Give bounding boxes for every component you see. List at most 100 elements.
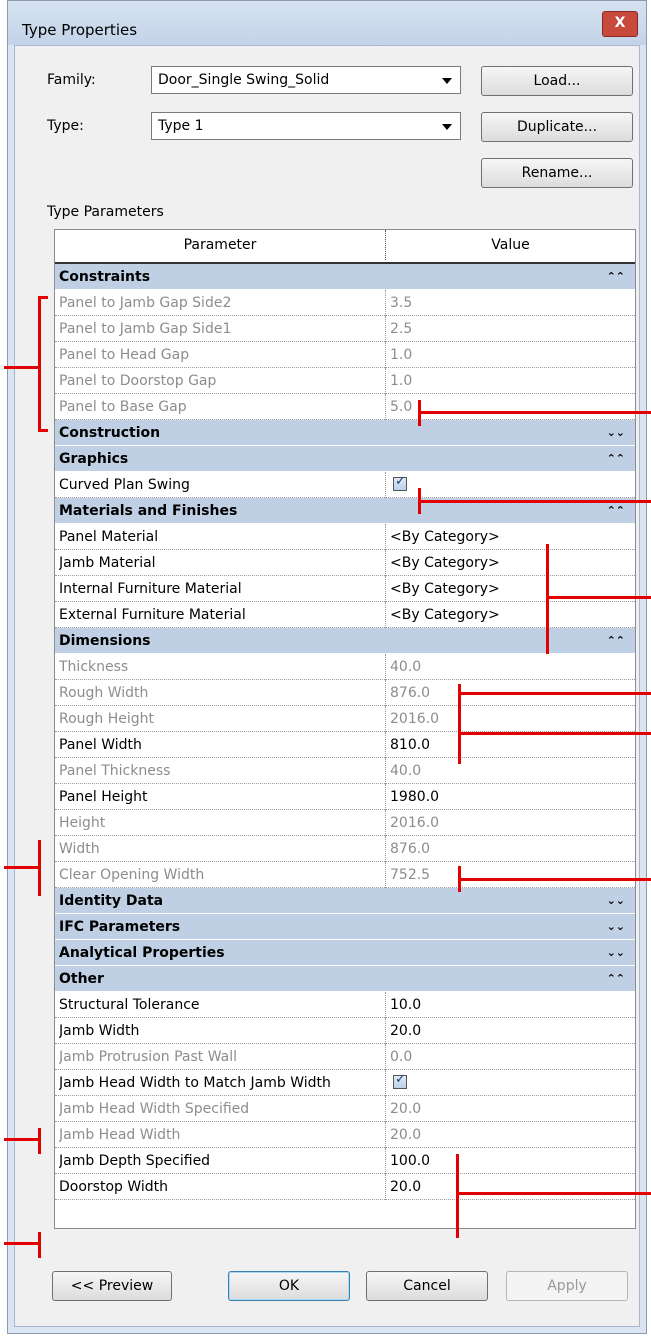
expand-icon[interactable]: ⌄⌄ — [607, 888, 625, 914]
column-header-value[interactable]: Value — [386, 230, 635, 260]
expand-icon[interactable]: ⌄⌄ — [607, 940, 625, 966]
param-name: Panel Width — [59, 732, 386, 758]
param-value: 752.5 — [390, 867, 431, 883]
group-graphics[interactable]: Graphics ⌃⌃ — [55, 446, 635, 472]
annotation-bracket — [546, 544, 549, 654]
table-row[interactable]: Panel Thickness 40.0 — [55, 758, 635, 784]
param-name: Width — [59, 836, 386, 862]
param-name: Height — [59, 810, 386, 836]
rename-button[interactable]: Rename... — [481, 158, 633, 188]
collapse-icon[interactable]: ⌃⌃ — [607, 628, 625, 654]
table-row[interactable]: Clear Opening Width 752.5 — [55, 862, 635, 888]
group-constraints[interactable]: Constraints ⌃⌃ — [55, 264, 635, 290]
annotation-bracket — [38, 296, 48, 299]
table-row[interactable]: Jamb Head Width Specified 20.0 — [55, 1096, 635, 1122]
table-row[interactable]: Thickness 40.0 — [55, 654, 635, 680]
param-value: 20.0 — [390, 1023, 422, 1039]
table-row[interactable]: Panel to Head Gap 1.0 — [55, 342, 635, 368]
param-name: Panel Height — [59, 784, 386, 810]
param-value: 20.0 — [390, 1127, 422, 1143]
collapse-icon[interactable]: ⌃⌃ — [607, 966, 625, 992]
ok-button[interactable]: OK — [228, 1271, 350, 1301]
param-name: Panel to Head Gap — [59, 342, 386, 368]
param-value: <By Category> — [390, 581, 500, 597]
param-value: 2.5 — [390, 321, 413, 337]
table-row[interactable]: Structural Tolerance 10.0 — [55, 992, 635, 1018]
group-ifc-parameters[interactable]: IFC Parameters ⌄⌄ — [55, 914, 635, 940]
load-button[interactable]: Load... — [481, 66, 633, 96]
param-name: Jamb Depth Specified — [59, 1148, 386, 1174]
close-button[interactable]: X — [602, 11, 638, 37]
group-identity-data[interactable]: Identity Data ⌄⌄ — [55, 888, 635, 914]
param-name: Jamb Head Width Specified — [59, 1096, 386, 1122]
annotation-arrow-line — [4, 1138, 38, 1141]
checkbox[interactable] — [393, 474, 407, 491]
table-row[interactable]: Panel Height 1980.0 — [55, 784, 635, 810]
param-name: Rough Height — [59, 706, 386, 732]
group-analytical-properties[interactable]: Analytical Properties ⌄⌄ — [55, 940, 635, 966]
table-row[interactable]: Panel to Jamb Gap Side1 2.5 — [55, 316, 635, 342]
table-row[interactable]: Panel to Doorstop Gap 1.0 — [55, 368, 635, 394]
table-row[interactable]: Panel to Base Gap 5.0 — [55, 394, 635, 420]
collapse-icon[interactable]: ⌃⌃ — [607, 264, 625, 290]
family-value: Door_Single Swing_Solid — [158, 72, 330, 88]
table-row[interactable]: Rough Height 2016.0 — [55, 706, 635, 732]
param-value: 876.0 — [390, 841, 431, 857]
table-row[interactable]: Height 2016.0 — [55, 810, 635, 836]
family-select[interactable]: Door_Single Swing_Solid — [151, 66, 461, 94]
annotation-arrow-line — [4, 1242, 38, 1245]
table-row[interactable]: Jamb Head Width to Match Jamb Width — [55, 1070, 635, 1096]
param-name: Doorstop Width — [59, 1174, 386, 1200]
annotation-bracket — [456, 1154, 459, 1238]
preview-button[interactable]: << Preview — [52, 1271, 172, 1301]
type-select[interactable]: Type 1 — [151, 112, 461, 140]
table-row[interactable]: Doorstop Width 20.0 — [55, 1174, 635, 1200]
family-label: Family: — [47, 72, 96, 88]
table-row[interactable]: Jamb Protrusion Past Wall 0.0 — [55, 1044, 635, 1070]
param-value: <By Category> — [390, 555, 500, 571]
param-value: 40.0 — [390, 763, 422, 779]
table-row[interactable]: Jamb Head Width 20.0 — [55, 1122, 635, 1148]
duplicate-button[interactable]: Duplicate... — [481, 112, 633, 142]
param-value: 2016.0 — [390, 815, 439, 831]
group-label: Identity Data — [59, 893, 164, 909]
parameters-table: Parameter Value Constraints ⌃⌃ Panel to J… — [54, 229, 636, 1229]
table-header: Parameter Value — [55, 230, 635, 264]
group-label: IFC Parameters — [59, 919, 181, 935]
param-name: Rough Width — [59, 680, 386, 706]
annotation-arrow-line — [421, 411, 651, 414]
param-name: Structural Tolerance — [59, 992, 386, 1018]
group-other[interactable]: Other ⌃⌃ — [55, 966, 635, 992]
param-value: 40.0 — [390, 659, 422, 675]
apply-button[interactable]: Apply — [506, 1271, 628, 1301]
param-value: 0.0 — [390, 1049, 413, 1065]
table-row[interactable]: Panel to Jamb Gap Side2 3.5 — [55, 290, 635, 316]
group-label: Materials and Finishes — [59, 503, 238, 519]
table-row[interactable]: Jamb Width 20.0 — [55, 1018, 635, 1044]
chevron-down-icon — [442, 78, 452, 84]
table-row[interactable]: Jamb Depth Specified 100.0 — [55, 1148, 635, 1174]
checkbox[interactable] — [393, 1072, 407, 1089]
annotation-bracket — [38, 1128, 41, 1154]
dialog-title: Type Properties — [22, 21, 138, 39]
annotation-bracket — [38, 296, 41, 432]
cancel-button[interactable]: Cancel — [366, 1271, 488, 1301]
param-value: 10.0 — [390, 997, 422, 1013]
table-row[interactable]: Curved Plan Swing — [55, 472, 635, 498]
param-value: 1.0 — [390, 373, 413, 389]
expand-icon[interactable]: ⌄⌄ — [607, 914, 625, 940]
annotation-arrow-line — [459, 1192, 651, 1195]
type-parameters-title: Type Parameters — [47, 204, 164, 220]
collapse-icon[interactable]: ⌃⌃ — [607, 446, 625, 472]
annotation-arrow-line — [461, 692, 651, 695]
group-construction[interactable]: Construction ⌄⌄ — [55, 420, 635, 446]
param-name: Jamb Material — [59, 550, 386, 576]
group-label: Other — [59, 971, 104, 987]
param-name: Panel to Jamb Gap Side1 — [59, 316, 386, 342]
group-label: Construction — [59, 425, 161, 441]
type-label: Type: — [47, 118, 84, 134]
table-row[interactable]: Width 876.0 — [55, 836, 635, 862]
expand-icon[interactable]: ⌄⌄ — [607, 420, 625, 446]
table-row[interactable]: Panel Width 810.0 — [55, 732, 635, 758]
column-header-parameter[interactable]: Parameter — [55, 230, 386, 260]
